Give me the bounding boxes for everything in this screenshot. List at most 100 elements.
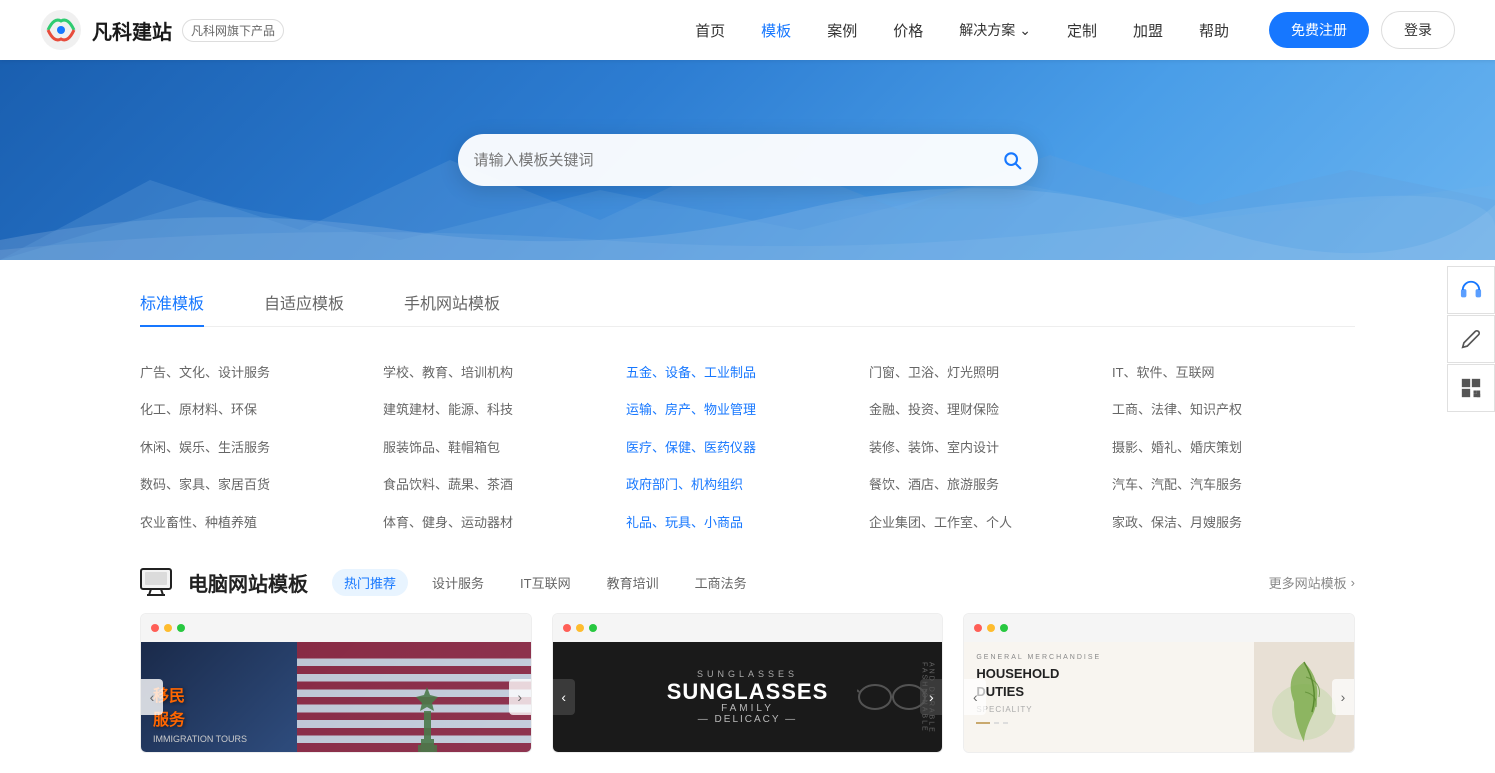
main-nav: 首页 模板 案例 价格 解决方案 ⌄ 定制 加盟 帮助 <box>695 20 1229 41</box>
float-qr-btn[interactable] <box>1447 364 1495 412</box>
tag-design[interactable]: 设计服务 <box>420 569 496 596</box>
cat-20[interactable]: 农业畜性、种植养殖 <box>140 511 383 534</box>
headphone-icon <box>1460 279 1482 301</box>
tag-education[interactable]: 教育培训 <box>595 569 671 596</box>
cat-15[interactable]: 数码、家具、家居百货 <box>140 473 383 496</box>
nav-solution[interactable]: 解决方案 ⌄ <box>959 20 1031 40</box>
cat-12[interactable]: 医疗、保健、医药仪器 <box>626 436 869 459</box>
dot-green-3 <box>1000 624 1008 632</box>
cat-23[interactable]: 企业集团、工作室、个人 <box>869 511 1112 534</box>
card-header-2 <box>553 614 943 642</box>
cat-13[interactable]: 装修、装饰、室内设计 <box>869 436 1112 459</box>
card3-left-content: GENERAL MERCHANDISE HOUSEHOLDDUTIES SPEC… <box>964 642 1254 752</box>
dot-green-1 <box>177 624 185 632</box>
dot-yellow-3 <box>987 624 995 632</box>
card3-spec: SPECIALITY <box>976 705 1242 714</box>
card3-nav-dots <box>976 722 1242 724</box>
cat-21[interactable]: 体育、健身、运动器材 <box>383 511 626 534</box>
tab-mobile[interactable]: 手机网站模板 <box>404 290 500 326</box>
cat-1[interactable]: 学校、教育、培训机构 <box>383 361 626 384</box>
statue-liberty-icon <box>410 687 445 752</box>
nav-template[interactable]: 模板 <box>761 20 791 41</box>
cat-9[interactable]: 工商、法律、知识产权 <box>1112 398 1355 421</box>
search-box <box>458 134 1038 186</box>
search-button[interactable] <box>1002 150 1022 170</box>
cat-19[interactable]: 汽车、汽配、汽车服务 <box>1112 473 1355 496</box>
search-icon <box>1002 150 1022 170</box>
nav-price[interactable]: 价格 <box>893 20 923 41</box>
card1-prev-btn[interactable]: ‹ <box>141 679 163 715</box>
card3-background: GENERAL MERCHANDISE HOUSEHOLDDUTIES SPEC… <box>964 642 1354 752</box>
nav-join[interactable]: 加盟 <box>1133 20 1163 41</box>
cat-4[interactable]: IT、软件、互联网 <box>1112 361 1355 384</box>
logo-icon <box>40 9 82 51</box>
cat-8[interactable]: 金融、投资、理财保险 <box>869 398 1112 421</box>
section-tags: 热门推荐 设计服务 IT互联网 教育培训 工商法务 <box>332 569 759 596</box>
dot-red-2 <box>563 624 571 632</box>
brand-sub: 凡科网旗下产品 <box>182 19 284 42</box>
template-card-immigration[interactable]: 移民 服务 IMMIGRATION TOURS ‹ › <box>140 613 532 753</box>
card3-title: HOUSEHOLDDUTIES <box>976 665 1242 701</box>
cat-5[interactable]: 化工、原材料、环保 <box>140 398 383 421</box>
category-grid: 广告、文化、设计服务 学校、教育、培训机构 五金、设备、工业制品 门窗、卫浴、灯… <box>140 351 1355 558</box>
cat-2[interactable]: 五金、设备、工业制品 <box>626 361 869 384</box>
card1-next-btn[interactable]: › <box>509 679 531 715</box>
cat-14[interactable]: 摄影、婚礼、婚庆策划 <box>1112 436 1355 459</box>
dot-green-2 <box>589 624 597 632</box>
cat-16[interactable]: 食品饮料、蔬果、茶酒 <box>383 473 626 496</box>
cat-0[interactable]: 广告、文化、设计服务 <box>140 361 383 384</box>
template-tabs: 标准模板 自适应模板 手机网站模板 <box>140 290 1355 327</box>
tab-standard[interactable]: 标准模板 <box>140 290 204 326</box>
nav-help[interactable]: 帮助 <box>1199 20 1229 41</box>
card2-prev-btn[interactable]: ‹ <box>553 679 575 715</box>
cat-22[interactable]: 礼品、玩具、小商品 <box>626 511 869 534</box>
section-header: 电脑网站模板 热门推荐 设计服务 IT互联网 教育培训 工商法务 更多网站模板 … <box>140 568 1355 597</box>
card-header-1 <box>141 614 531 642</box>
hero-search-area <box>458 134 1038 186</box>
cat-17[interactable]: 政府部门、机构组织 <box>626 473 869 496</box>
dot-red-1 <box>151 624 159 632</box>
card2-text: SUNGLASSES SUNGLASSES FAMILY — DELICACY … <box>667 669 829 725</box>
tag-commerce[interactable]: 工商法务 <box>683 569 759 596</box>
card3-next-btn[interactable]: › <box>1332 679 1354 715</box>
dot-yellow-1 <box>164 624 172 632</box>
chevron-right-icon: › <box>1351 575 1355 590</box>
search-input[interactable] <box>474 152 1002 169</box>
cat-7[interactable]: 运输、房产、物业管理 <box>626 398 869 421</box>
sunglasses-icon <box>857 682 927 712</box>
register-button[interactable]: 免费注册 <box>1269 12 1369 48</box>
nav-custom[interactable]: 定制 <box>1067 20 1097 41</box>
dot-red-3 <box>974 624 982 632</box>
nav-case[interactable]: 案例 <box>827 20 857 41</box>
card-header-3 <box>964 614 1354 642</box>
chevron-down-icon: ⌄ <box>1019 22 1031 39</box>
brand-name: 凡科建站 <box>92 16 172 45</box>
tab-adaptive[interactable]: 自适应模板 <box>264 290 344 326</box>
nav-home[interactable]: 首页 <box>695 20 725 41</box>
cat-18[interactable]: 餐饮、酒店、旅游服务 <box>869 473 1112 496</box>
dot-yellow-2 <box>576 624 584 632</box>
card3-prev-btn[interactable]: ‹ <box>964 679 986 715</box>
cat-3[interactable]: 门窗、卫浴、灯光照明 <box>869 361 1112 384</box>
logo[interactable]: 凡科建站 凡科网旗下产品 <box>40 9 284 51</box>
more-templates-link[interactable]: 更多网站模板 › <box>1269 573 1355 592</box>
float-chat-btn[interactable] <box>1447 266 1495 314</box>
template-card-sunglasses[interactable]: SUNGLASSES SUNGLASSES FAMILY — DELICACY … <box>552 613 944 753</box>
tag-hot[interactable]: 热门推荐 <box>332 569 408 596</box>
hero-banner <box>0 60 1495 260</box>
login-button[interactable]: 登录 <box>1381 11 1455 49</box>
tag-it[interactable]: IT互联网 <box>508 569 583 596</box>
cat-6[interactable]: 建筑建材、能源、科技 <box>383 398 626 421</box>
card3-brand: GENERAL MERCHANDISE <box>976 654 1242 661</box>
cat-11[interactable]: 服装饰品、鞋帽箱包 <box>383 436 626 459</box>
card2-next-btn[interactable]: › <box>920 679 942 715</box>
main-content: 标准模板 自适应模板 手机网站模板 广告、文化、设计服务 学校、教育、培训机构 … <box>0 260 1495 773</box>
float-sidebar <box>1447 266 1495 412</box>
cat-10[interactable]: 休闲、娱乐、生活服务 <box>140 436 383 459</box>
float-edit-btn[interactable] <box>1447 315 1495 363</box>
navbar: 凡科建站 凡科网旗下产品 首页 模板 案例 价格 解决方案 ⌄ 定制 加盟 帮助… <box>0 0 1495 60</box>
template-card-merchandise[interactable]: GENERAL MERCHANDISE HOUSEHOLDDUTIES SPEC… <box>963 613 1355 753</box>
cat-24[interactable]: 家政、保洁、月嫂服务 <box>1112 511 1355 534</box>
card-img-2: SUNGLASSES SUNGLASSES FAMILY — DELICACY … <box>553 642 943 752</box>
navbar-actions: 免费注册 登录 <box>1269 11 1455 49</box>
